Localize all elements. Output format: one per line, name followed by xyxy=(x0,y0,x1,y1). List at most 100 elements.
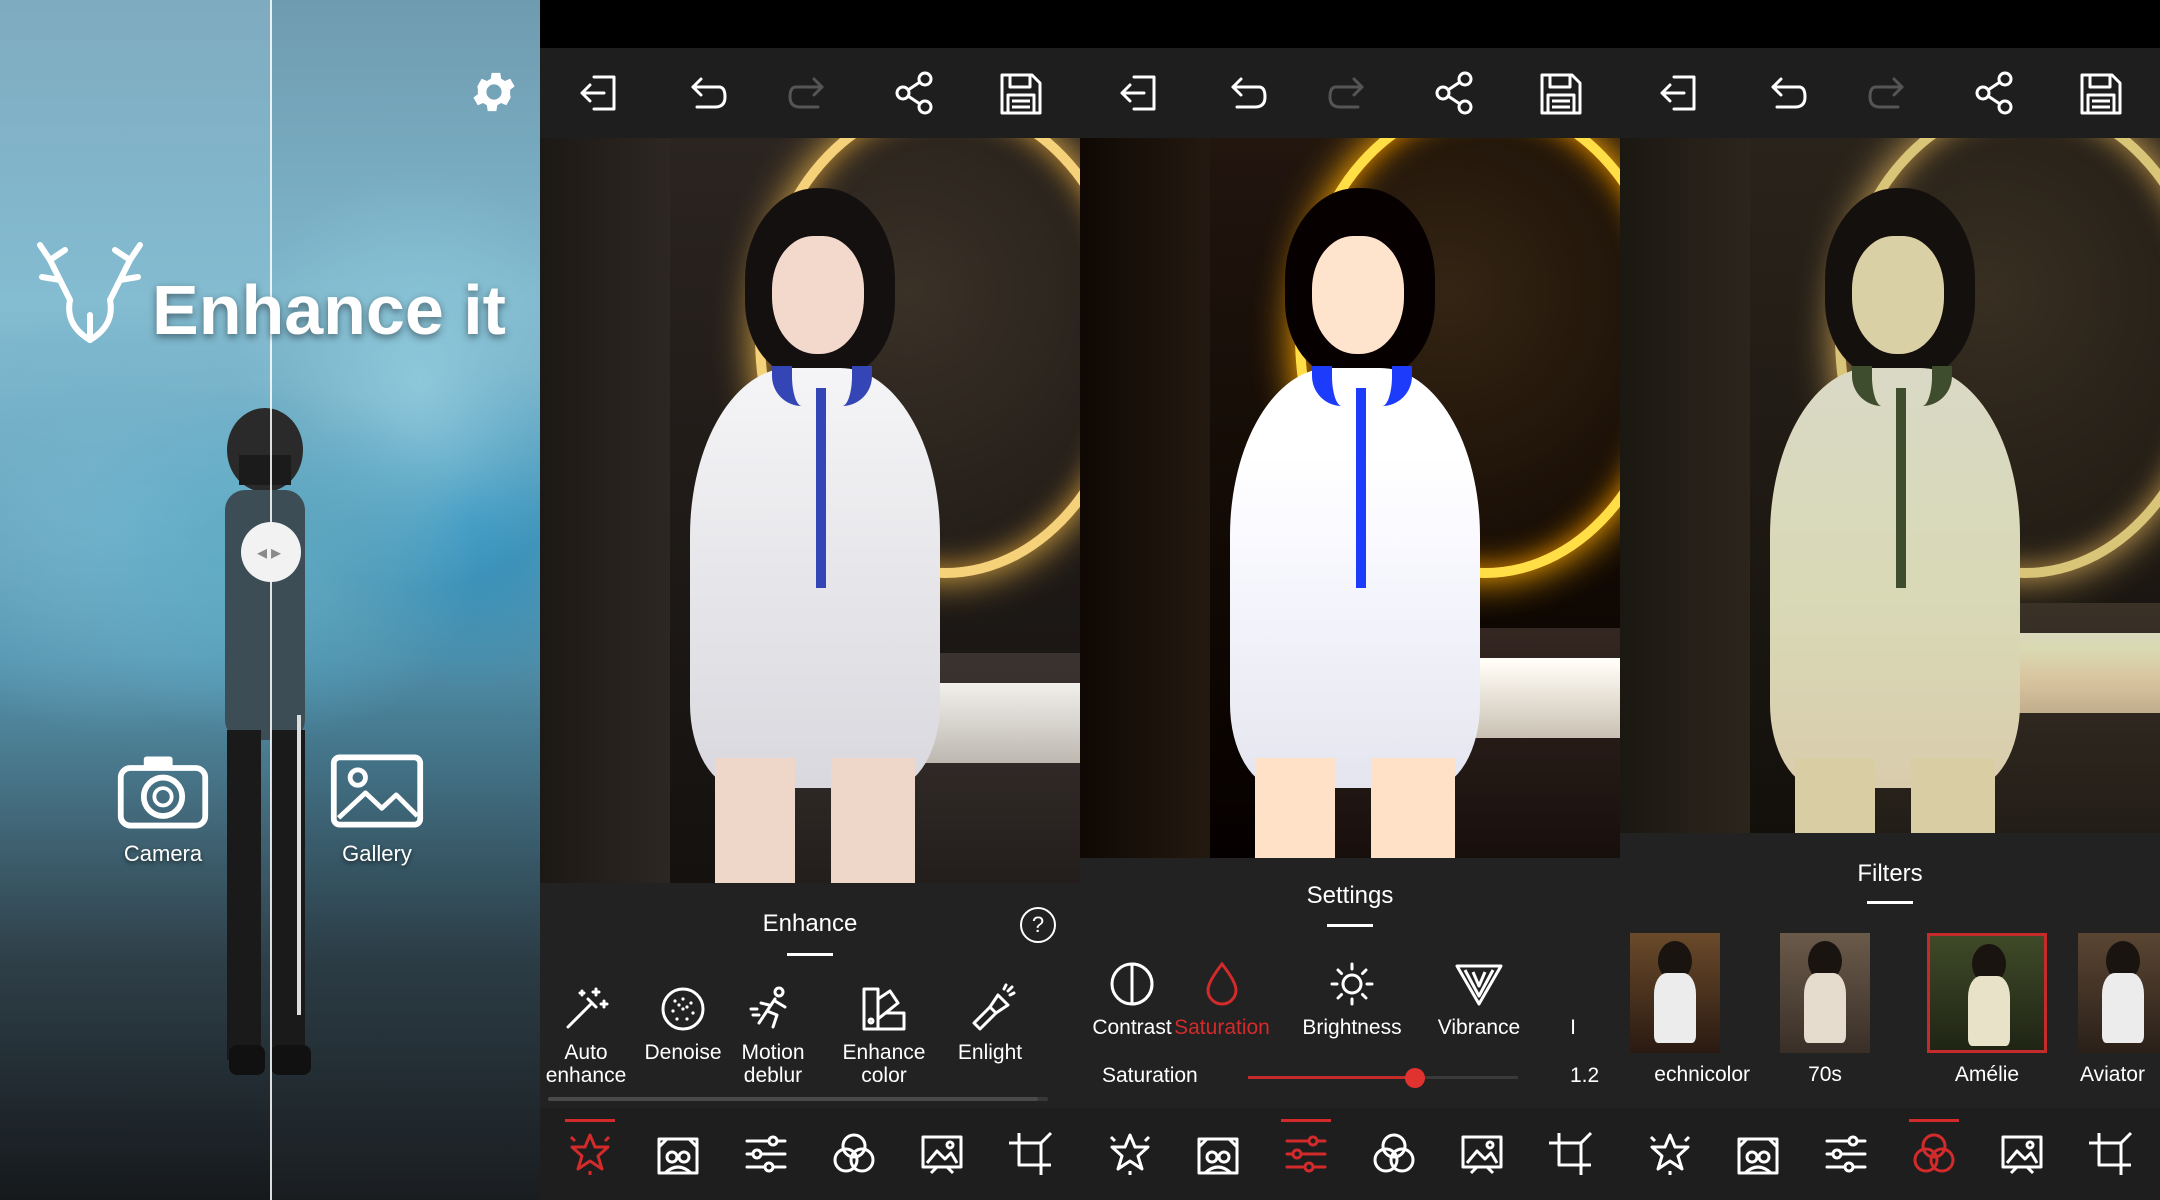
filters-circles-icon xyxy=(1913,1133,1955,1173)
camera-button[interactable]: Camera xyxy=(108,752,218,867)
nav-adjust[interactable] xyxy=(735,1123,797,1185)
filter-thumb-technicolor[interactable] xyxy=(1630,933,1720,1053)
nav-crop[interactable] xyxy=(2079,1123,2141,1185)
adjust-sliders-icon xyxy=(745,1135,787,1173)
filters-circles-icon xyxy=(1373,1133,1415,1173)
tool-label-line1: Auto xyxy=(564,1041,608,1064)
filter-thumb-amelie[interactable] xyxy=(1927,933,2047,1053)
photo-canvas[interactable] xyxy=(540,138,1080,883)
enhance-sparkle-icon xyxy=(1649,1133,1691,1177)
nav-enhance[interactable] xyxy=(559,1119,621,1185)
title-underline xyxy=(787,953,833,956)
nav-crop[interactable] xyxy=(1539,1123,1601,1185)
status-area xyxy=(540,0,1080,48)
save-icon xyxy=(1540,73,1582,115)
portrait-enhance-icon xyxy=(657,1137,699,1175)
filter-label-aviator: Aviator xyxy=(2080,1063,2145,1086)
tool-enhance-color[interactable]: Enhance color xyxy=(834,983,934,1087)
subject-face xyxy=(1852,236,1944,354)
save-icon xyxy=(1000,73,1042,115)
undo-button[interactable] xyxy=(1757,65,1813,121)
adjust-sliders-icon xyxy=(1285,1135,1327,1173)
tool-denoise[interactable]: Denoise xyxy=(633,983,733,1064)
nav-portrait[interactable] xyxy=(647,1123,709,1185)
tool-label: Brightness xyxy=(1302,1016,1402,1039)
subject-legs xyxy=(1255,758,1455,858)
photo-canvas[interactable] xyxy=(1620,138,2160,833)
save-button[interactable] xyxy=(992,65,1048,121)
save-button[interactable] xyxy=(1532,65,1588,121)
color-swatch-icon xyxy=(862,987,906,1031)
exit-icon xyxy=(1120,75,1156,111)
exit-button[interactable] xyxy=(572,65,628,121)
nav-crop[interactable] xyxy=(999,1123,1061,1185)
crop-icon xyxy=(1007,1131,1053,1177)
redo-icon xyxy=(1868,77,1904,109)
exit-button[interactable] xyxy=(1112,65,1168,121)
nav-effects[interactable] xyxy=(1451,1123,1513,1185)
nav-portrait[interactable] xyxy=(1727,1123,1789,1185)
editor-filters-screen: Filters echnicolor 70s Amélie Aviator xyxy=(1620,0,2160,1200)
filter-label-70s: 70s xyxy=(1808,1063,1842,1086)
image-effects-icon xyxy=(921,1135,963,1175)
nav-filters[interactable] xyxy=(1903,1119,1965,1185)
tool-enlight[interactable]: Enlight xyxy=(940,983,1040,1064)
nav-enhance[interactable] xyxy=(1639,1123,1701,1185)
undo-button[interactable] xyxy=(1217,65,1273,121)
filters-panel: Filters echnicolor 70s Amélie Aviator xyxy=(1620,833,2160,1108)
flashlight-icon xyxy=(972,983,1016,1031)
photo-canvas[interactable] xyxy=(1080,138,1620,858)
subject-legs xyxy=(715,758,915,883)
nav-effects[interactable] xyxy=(911,1123,973,1185)
nav-adjust[interactable] xyxy=(1815,1123,1877,1185)
exit-button[interactable] xyxy=(1652,65,1708,121)
nav-adjust[interactable] xyxy=(1275,1119,1337,1185)
top-toolbar xyxy=(1620,48,2160,138)
filters-circles-icon xyxy=(833,1133,875,1173)
tool-label-line1: Denoise xyxy=(644,1041,722,1064)
saturation-slider[interactable] xyxy=(1248,1068,1518,1088)
settings-gear-icon[interactable] xyxy=(468,66,520,118)
share-button[interactable] xyxy=(1967,65,2023,121)
tool-auto-enhance[interactable]: Auto enhance xyxy=(540,983,636,1087)
help-button[interactable]: ? xyxy=(1020,907,1056,943)
editor-enhance-screen: Enhance ? Auto enhance Denoise Motion de… xyxy=(540,0,1080,1200)
nav-filters[interactable] xyxy=(823,1123,885,1185)
share-button[interactable] xyxy=(887,65,943,121)
filter-thumb-70s[interactable] xyxy=(1780,933,1870,1053)
compare-handle-icon[interactable]: ◂▸ xyxy=(241,522,301,582)
filter-label-amelie: Amélie xyxy=(1954,1063,2020,1086)
nav-enhance[interactable] xyxy=(1099,1123,1161,1185)
redo-button[interactable] xyxy=(782,65,838,121)
subject-placket xyxy=(1356,388,1366,588)
tool-vibrance[interactable]: Vibrance xyxy=(1429,958,1529,1039)
share-icon xyxy=(1435,71,1473,115)
tools-scrollbar[interactable] xyxy=(548,1097,1048,1101)
tool-saturation[interactable]: Saturation xyxy=(1172,958,1272,1039)
share-button[interactable] xyxy=(1427,65,1483,121)
nav-portrait[interactable] xyxy=(1187,1123,1249,1185)
filter-label-technicolor: echnicolor xyxy=(1654,1063,1750,1086)
save-button[interactable] xyxy=(2072,65,2128,121)
nav-filters[interactable] xyxy=(1363,1123,1425,1185)
image-effects-icon xyxy=(1461,1135,1503,1175)
top-toolbar xyxy=(1080,48,1620,138)
compare-divider[interactable] xyxy=(270,0,272,1200)
tool-motion-deblur[interactable]: Motion deblur xyxy=(723,983,823,1087)
tool-label: Contrast xyxy=(1092,1016,1172,1039)
nav-effects[interactable] xyxy=(1991,1123,2053,1185)
tool-label: I xyxy=(1570,1016,1576,1039)
slider-thumb[interactable] xyxy=(1405,1068,1426,1088)
gallery-button[interactable]: Gallery xyxy=(322,752,432,867)
undo-icon xyxy=(691,77,727,109)
undo-button[interactable] xyxy=(677,65,733,121)
slider-value: 1.2 xyxy=(1570,1064,1600,1087)
redo-button[interactable] xyxy=(1862,65,1918,121)
running-figure-icon xyxy=(749,986,787,1029)
portrait-enhance-icon xyxy=(1737,1137,1779,1175)
tool-partial[interactable]: I xyxy=(1558,958,1588,1039)
filter-thumb-aviator[interactable] xyxy=(2078,933,2160,1053)
tool-contrast[interactable]: Contrast xyxy=(1082,958,1182,1039)
redo-button[interactable] xyxy=(1322,65,1378,121)
tool-brightness[interactable]: Brightness xyxy=(1302,958,1402,1039)
